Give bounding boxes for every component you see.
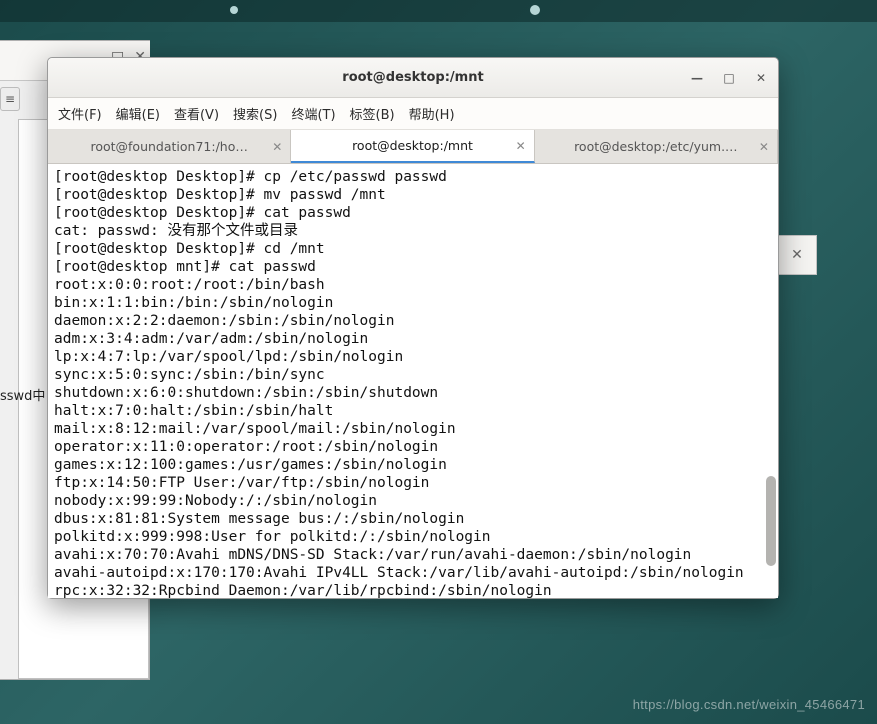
menu-bar: 文件(F) 编辑(E) 查看(V) 搜索(S) 终端(T) 标签(B) 帮助(H… <box>48 98 778 130</box>
terminal-line: ftp:x:14:50:FTP User:/var/ftp:/sbin/nolo… <box>54 474 772 492</box>
menu-tabs[interactable]: 标签(B) <box>350 104 395 123</box>
terminal-line: dbus:x:81:81:System message bus:/:/sbin/… <box>54 510 772 528</box>
watermark: https://blog.csdn.net/weixin_45466471 <box>633 697 865 712</box>
tab-label: root@foundation71:/ho… <box>90 139 247 154</box>
tab-label: root@desktop:/etc/yum.… <box>574 139 738 154</box>
terminal-window: root@desktop:/mnt — □ ✕ 文件(F) 编辑(E) 查看(V… <box>47 57 779 599</box>
terminal-line: [root@desktop mnt]# cat passwd <box>54 258 772 276</box>
topbar-indicator <box>530 5 540 15</box>
tab-close-icon[interactable]: ✕ <box>759 140 769 154</box>
tab-foundation[interactable]: root@foundation71:/ho… ✕ <box>48 130 291 163</box>
window-title: root@desktop:/mnt <box>342 70 483 85</box>
terminal-line: [root@desktop Desktop]# cp /etc/passwd p… <box>54 168 772 186</box>
menu-help[interactable]: 帮助(H) <box>409 104 455 123</box>
terminal-line: operator:x:11:0:operator:/root:/sbin/nol… <box>54 438 772 456</box>
menu-view[interactable]: 查看(V) <box>174 104 219 123</box>
terminal-line: [root@desktop Desktop]# mv passwd /mnt <box>54 186 772 204</box>
tab-bar: root@foundation71:/ho… ✕ root@desktop:/m… <box>48 130 778 164</box>
maximize-button[interactable]: □ <box>722 71 736 85</box>
menu-search[interactable]: 搜索(S) <box>233 104 277 123</box>
tab-close-icon[interactable]: ✕ <box>272 140 282 154</box>
tab-label: root@desktop:/mnt <box>352 138 473 153</box>
scrollbar-thumb[interactable] <box>766 476 776 566</box>
terminal-line: nobody:x:99:99:Nobody:/:/sbin/nologin <box>54 492 772 510</box>
terminal-line: adm:x:3:4:adm:/var/adm:/sbin/nologin <box>54 330 772 348</box>
terminal-line: mail:x:8:12:mail:/var/spool/mail:/sbin/n… <box>54 420 772 438</box>
terminal-line: polkitd:x:999:998:User for polkitd:/:/sb… <box>54 528 772 546</box>
terminal-line: [root@desktop Desktop]# cat passwd <box>54 204 772 222</box>
terminal-output[interactable]: [root@desktop Desktop]# cp /etc/passwd p… <box>48 164 778 598</box>
desktop-topbar <box>0 0 877 22</box>
terminal-line: rpc:x:32:32:Rpcbind Daemon:/var/lib/rpcb… <box>54 582 772 598</box>
background-window-close[interactable]: ✕ <box>777 235 817 275</box>
menu-edit[interactable]: 编辑(E) <box>116 104 160 123</box>
tab-mnt[interactable]: root@desktop:/mnt ✕ <box>291 130 534 163</box>
terminal-line: daemon:x:2:2:daemon:/sbin:/sbin/nologin <box>54 312 772 330</box>
minimize-button[interactable]: — <box>690 71 704 85</box>
terminal-line: bin:x:1:1:bin:/bin:/sbin/nologin <box>54 294 772 312</box>
bg-hamburger-icon[interactable]: ≡ <box>0 87 20 111</box>
terminal-line: root:x:0:0:root:/root:/bin/bash <box>54 276 772 294</box>
tab-yum[interactable]: root@desktop:/etc/yum.… ✕ <box>535 130 778 163</box>
topbar-indicator <box>230 6 238 14</box>
tab-close-icon[interactable]: ✕ <box>516 139 526 153</box>
menu-file[interactable]: 文件(F) <box>58 104 102 123</box>
terminal-line: sync:x:5:0:sync:/sbin:/bin/sync <box>54 366 772 384</box>
terminal-line: cat: passwd: 没有那个文件或目录 <box>54 222 772 240</box>
terminal-line: avahi-autoipd:x:170:170:Avahi IPv4LL Sta… <box>54 564 772 582</box>
terminal-line: shutdown:x:6:0:shutdown:/sbin:/sbin/shut… <box>54 384 772 402</box>
terminal-line: games:x:12:100:games:/usr/games:/sbin/no… <box>54 456 772 474</box>
window-titlebar[interactable]: root@desktop:/mnt — □ ✕ <box>48 58 778 98</box>
terminal-line: avahi:x:70:70:Avahi mDNS/DNS-SD Stack:/v… <box>54 546 772 564</box>
scrollbar[interactable] <box>766 166 776 596</box>
background-truncated-text: sswd中 <box>0 385 45 404</box>
terminal-line: [root@desktop Desktop]# cd /mnt <box>54 240 772 258</box>
menu-terminal[interactable]: 终端(T) <box>291 104 335 123</box>
terminal-line: halt:x:7:0:halt:/sbin:/sbin/halt <box>54 402 772 420</box>
terminal-line: lp:x:4:7:lp:/var/spool/lpd:/sbin/nologin <box>54 348 772 366</box>
close-button[interactable]: ✕ <box>754 71 768 85</box>
